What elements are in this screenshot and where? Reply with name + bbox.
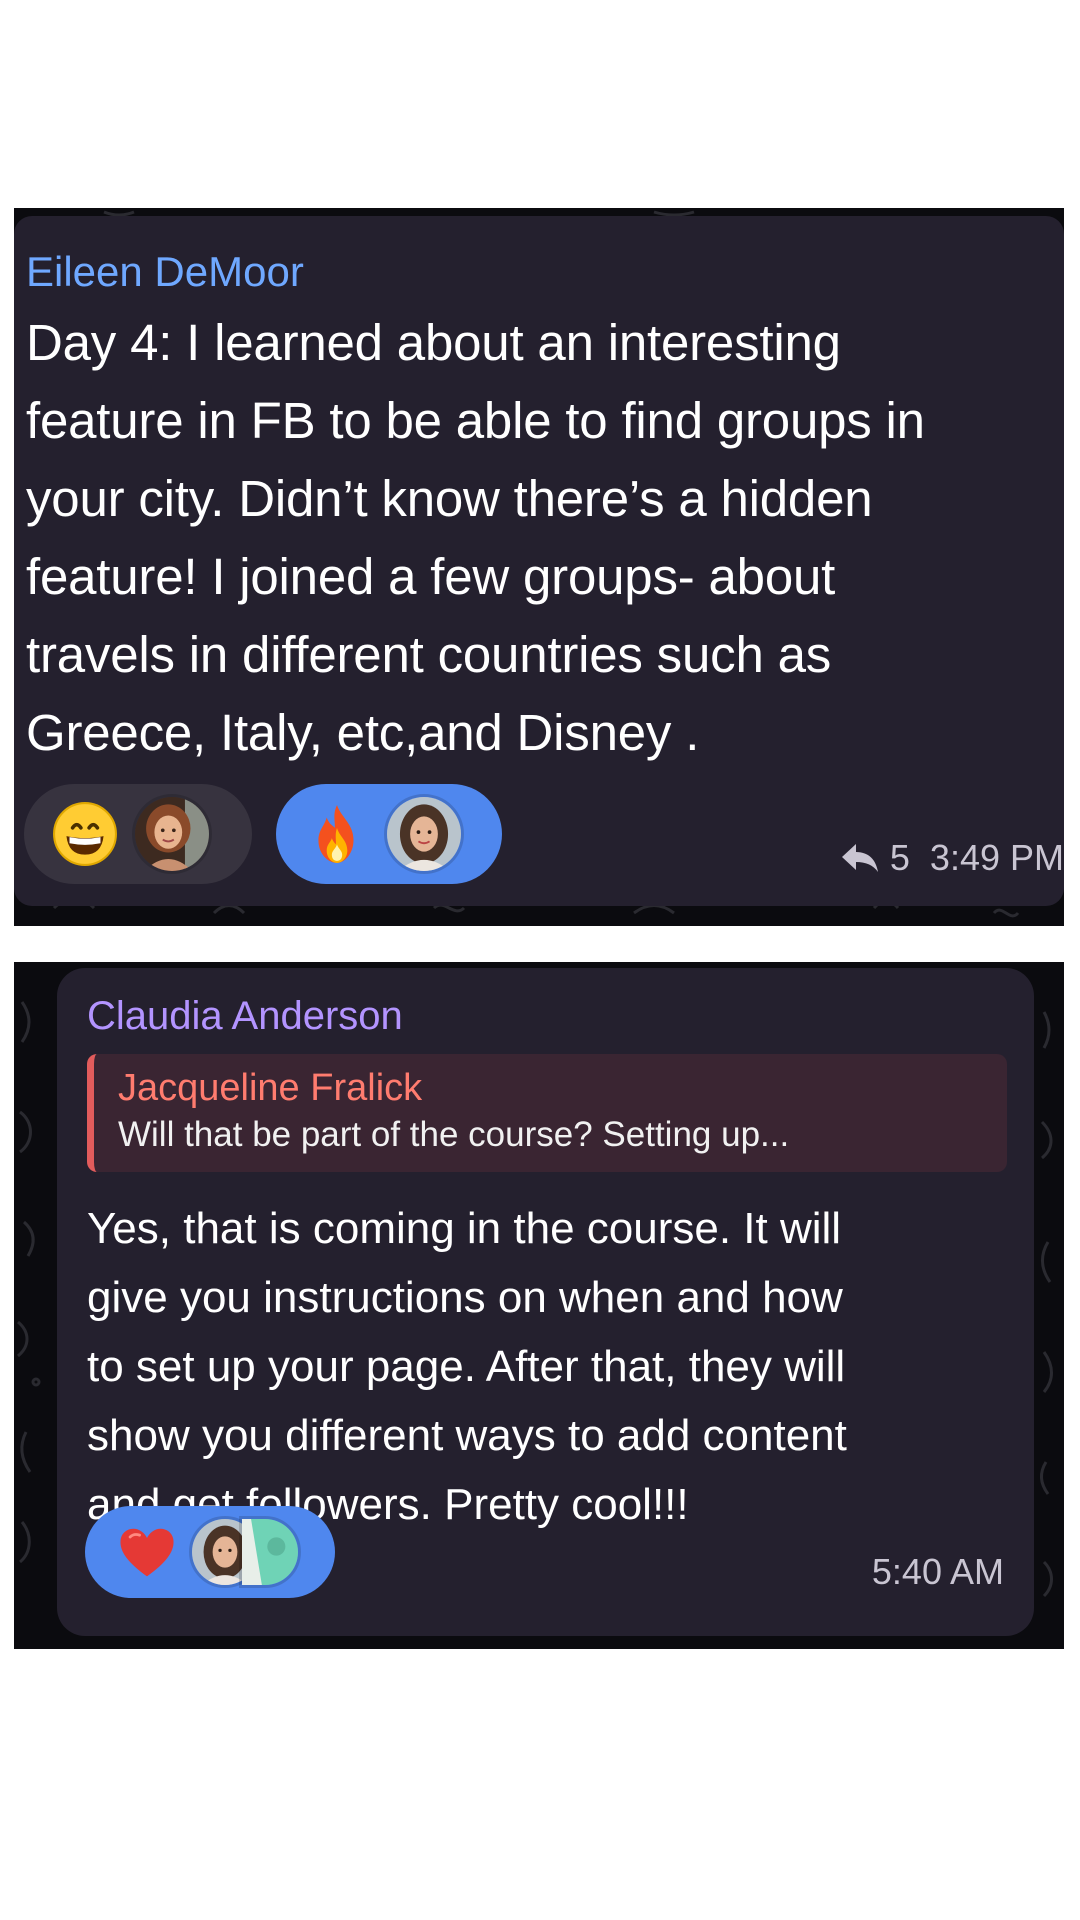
- reaction-heart[interactable]: [85, 1506, 335, 1598]
- message-bubble[interactable]: Eileen DeMoor Day 4: I learned about an …: [14, 216, 1064, 906]
- message-bubble[interactable]: Claudia Anderson Jacqueline Fralick Will…: [57, 968, 1034, 1636]
- reply-snippet: Will that be part of the course? Setting…: [118, 1115, 790, 1154]
- message-time: 3:49 PM: [929, 837, 1064, 878]
- reply-arrow-icon[interactable]: [840, 842, 880, 874]
- avatar[interactable]: [132, 794, 212, 874]
- message-line: feature in FB to be able to find groups …: [26, 392, 925, 449]
- message-line: Greece, Italy, etc,and Disney .: [26, 704, 700, 761]
- reaction-fire[interactable]: [276, 784, 502, 884]
- message-time: 5:40 AM: [871, 1551, 1004, 1592]
- reply-preview[interactable]: Jacqueline Fralick Will that be part of …: [87, 1054, 1007, 1172]
- message-panel-1: Eileen DeMoor Day 4: I learned about an …: [14, 208, 1064, 926]
- reaction-grinning[interactable]: [24, 784, 252, 884]
- reply-sender-name: Jacqueline Fralick: [118, 1067, 423, 1109]
- reply-count[interactable]: 5: [890, 836, 910, 880]
- sender-name[interactable]: Claudia Anderson: [87, 990, 1004, 1042]
- message-panel-2: Claudia Anderson Jacqueline Fralick Will…: [14, 962, 1064, 1649]
- message-meta: 5:40 AM: [872, 1550, 1004, 1594]
- message-line: Yes, that is coming in the course. It wi…: [87, 1204, 842, 1253]
- message-text: Yes, that is coming in the course. It wi…: [87, 1194, 1004, 1539]
- avatar[interactable]: [239, 1516, 301, 1588]
- message-text: Day 4: I learned about an interesting fe…: [26, 304, 1064, 772]
- message-line: Day 4: I learned about an interesting: [26, 314, 841, 371]
- grinning-face-emoji: [53, 802, 117, 866]
- avatar[interactable]: [384, 794, 464, 874]
- message-line: your city. Didn’t know there’s a hidden: [26, 470, 873, 527]
- red-heart-emoji: [120, 1528, 174, 1577]
- message-line: give you instructions on when and how: [87, 1273, 843, 1322]
- sender-name[interactable]: Eileen DeMoor: [26, 246, 1064, 298]
- message-line: feature! I joined a few groups- about: [26, 548, 836, 605]
- fire-emoji: [318, 805, 354, 863]
- message-line: to set up your page. After that, they wi…: [87, 1342, 846, 1391]
- message-line: show you different ways to add content: [87, 1411, 847, 1460]
- message-meta: 5 3:49 PM: [840, 836, 1064, 880]
- message-line: travels in different countries such as: [26, 626, 832, 683]
